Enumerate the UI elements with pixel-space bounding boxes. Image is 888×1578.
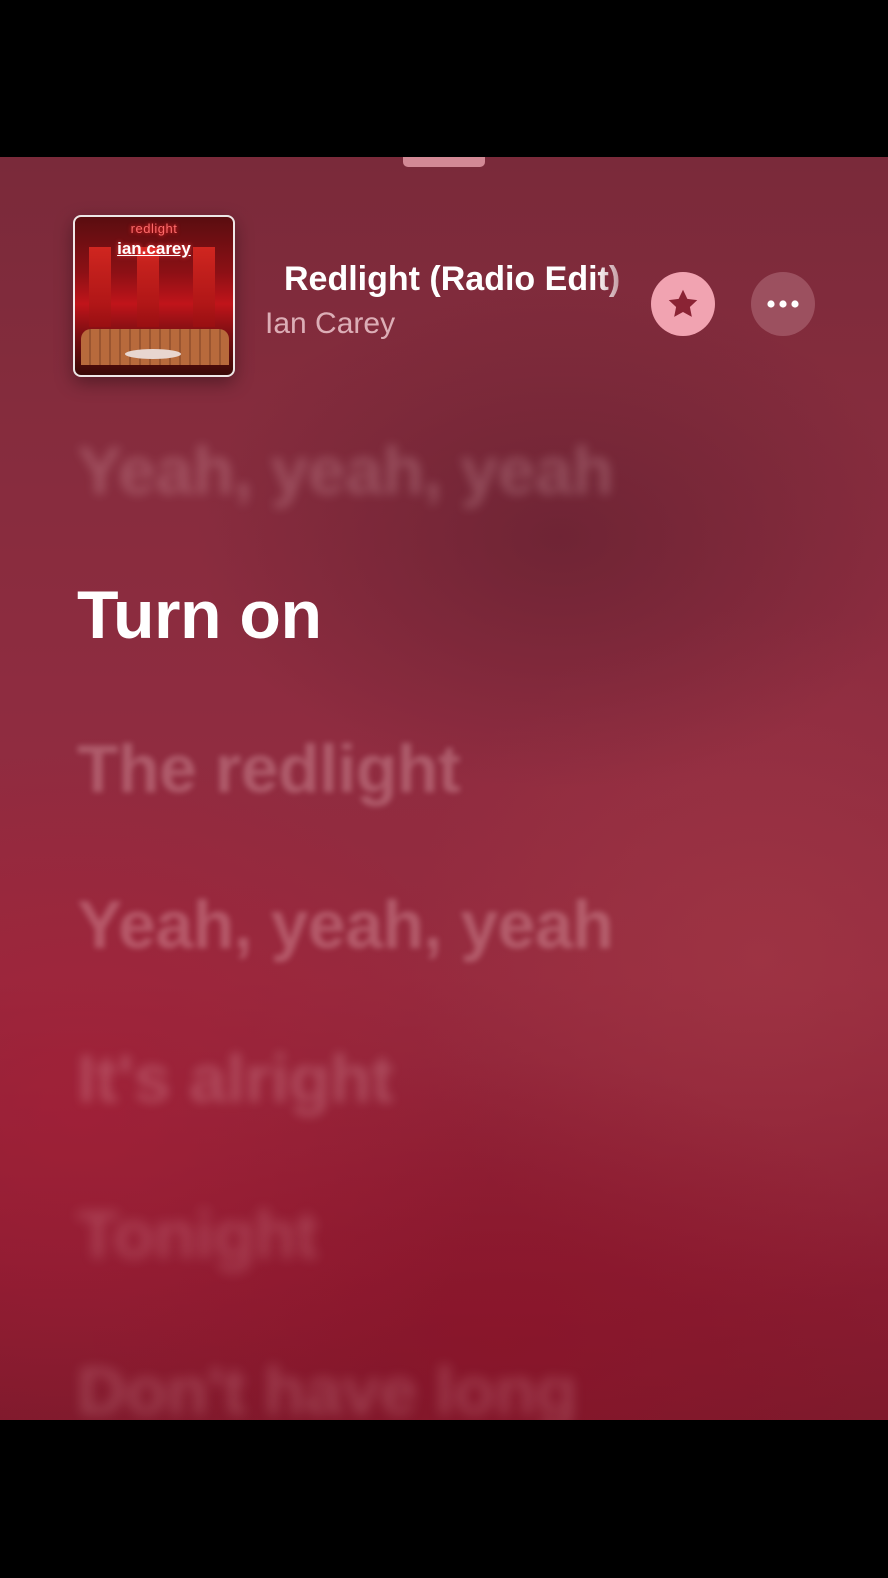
artist-name[interactable]: Ian Carey (265, 307, 395, 341)
lyric-line[interactable]: Yeah, yeah, yeah (77, 886, 614, 964)
lyric-line[interactable]: Don't have long (77, 1352, 577, 1430)
lyric-line-current[interactable]: Turn on (77, 576, 322, 654)
favorite-button[interactable] (651, 272, 715, 336)
artwork-sofa (81, 329, 229, 365)
artwork-panel (193, 247, 215, 327)
album-artwork[interactable]: redlight ian.carey (73, 215, 235, 377)
artwork-panel (137, 247, 159, 327)
star-icon (668, 289, 698, 317)
artwork-title-text: ian.carey (117, 239, 191, 258)
ellipsis-icon (767, 300, 799, 308)
more-options-button[interactable] (751, 272, 815, 336)
song-title[interactable]: Redlight (Radio Edit) (284, 260, 638, 299)
lyric-line[interactable]: It's alright (77, 1040, 394, 1118)
artwork-top-text: redlight (130, 221, 178, 236)
bottom-letterbox (0, 1420, 888, 1578)
lyric-line-previous[interactable]: Yeah, yeah, yeah (77, 432, 614, 510)
artwork-table (125, 349, 181, 359)
lyric-line[interactable]: Tonight (77, 1196, 318, 1274)
sheet-grabber[interactable] (403, 157, 485, 167)
top-letterbox (0, 0, 888, 157)
lyric-line[interactable]: The redlight (77, 730, 461, 808)
artwork-panel (89, 247, 111, 327)
